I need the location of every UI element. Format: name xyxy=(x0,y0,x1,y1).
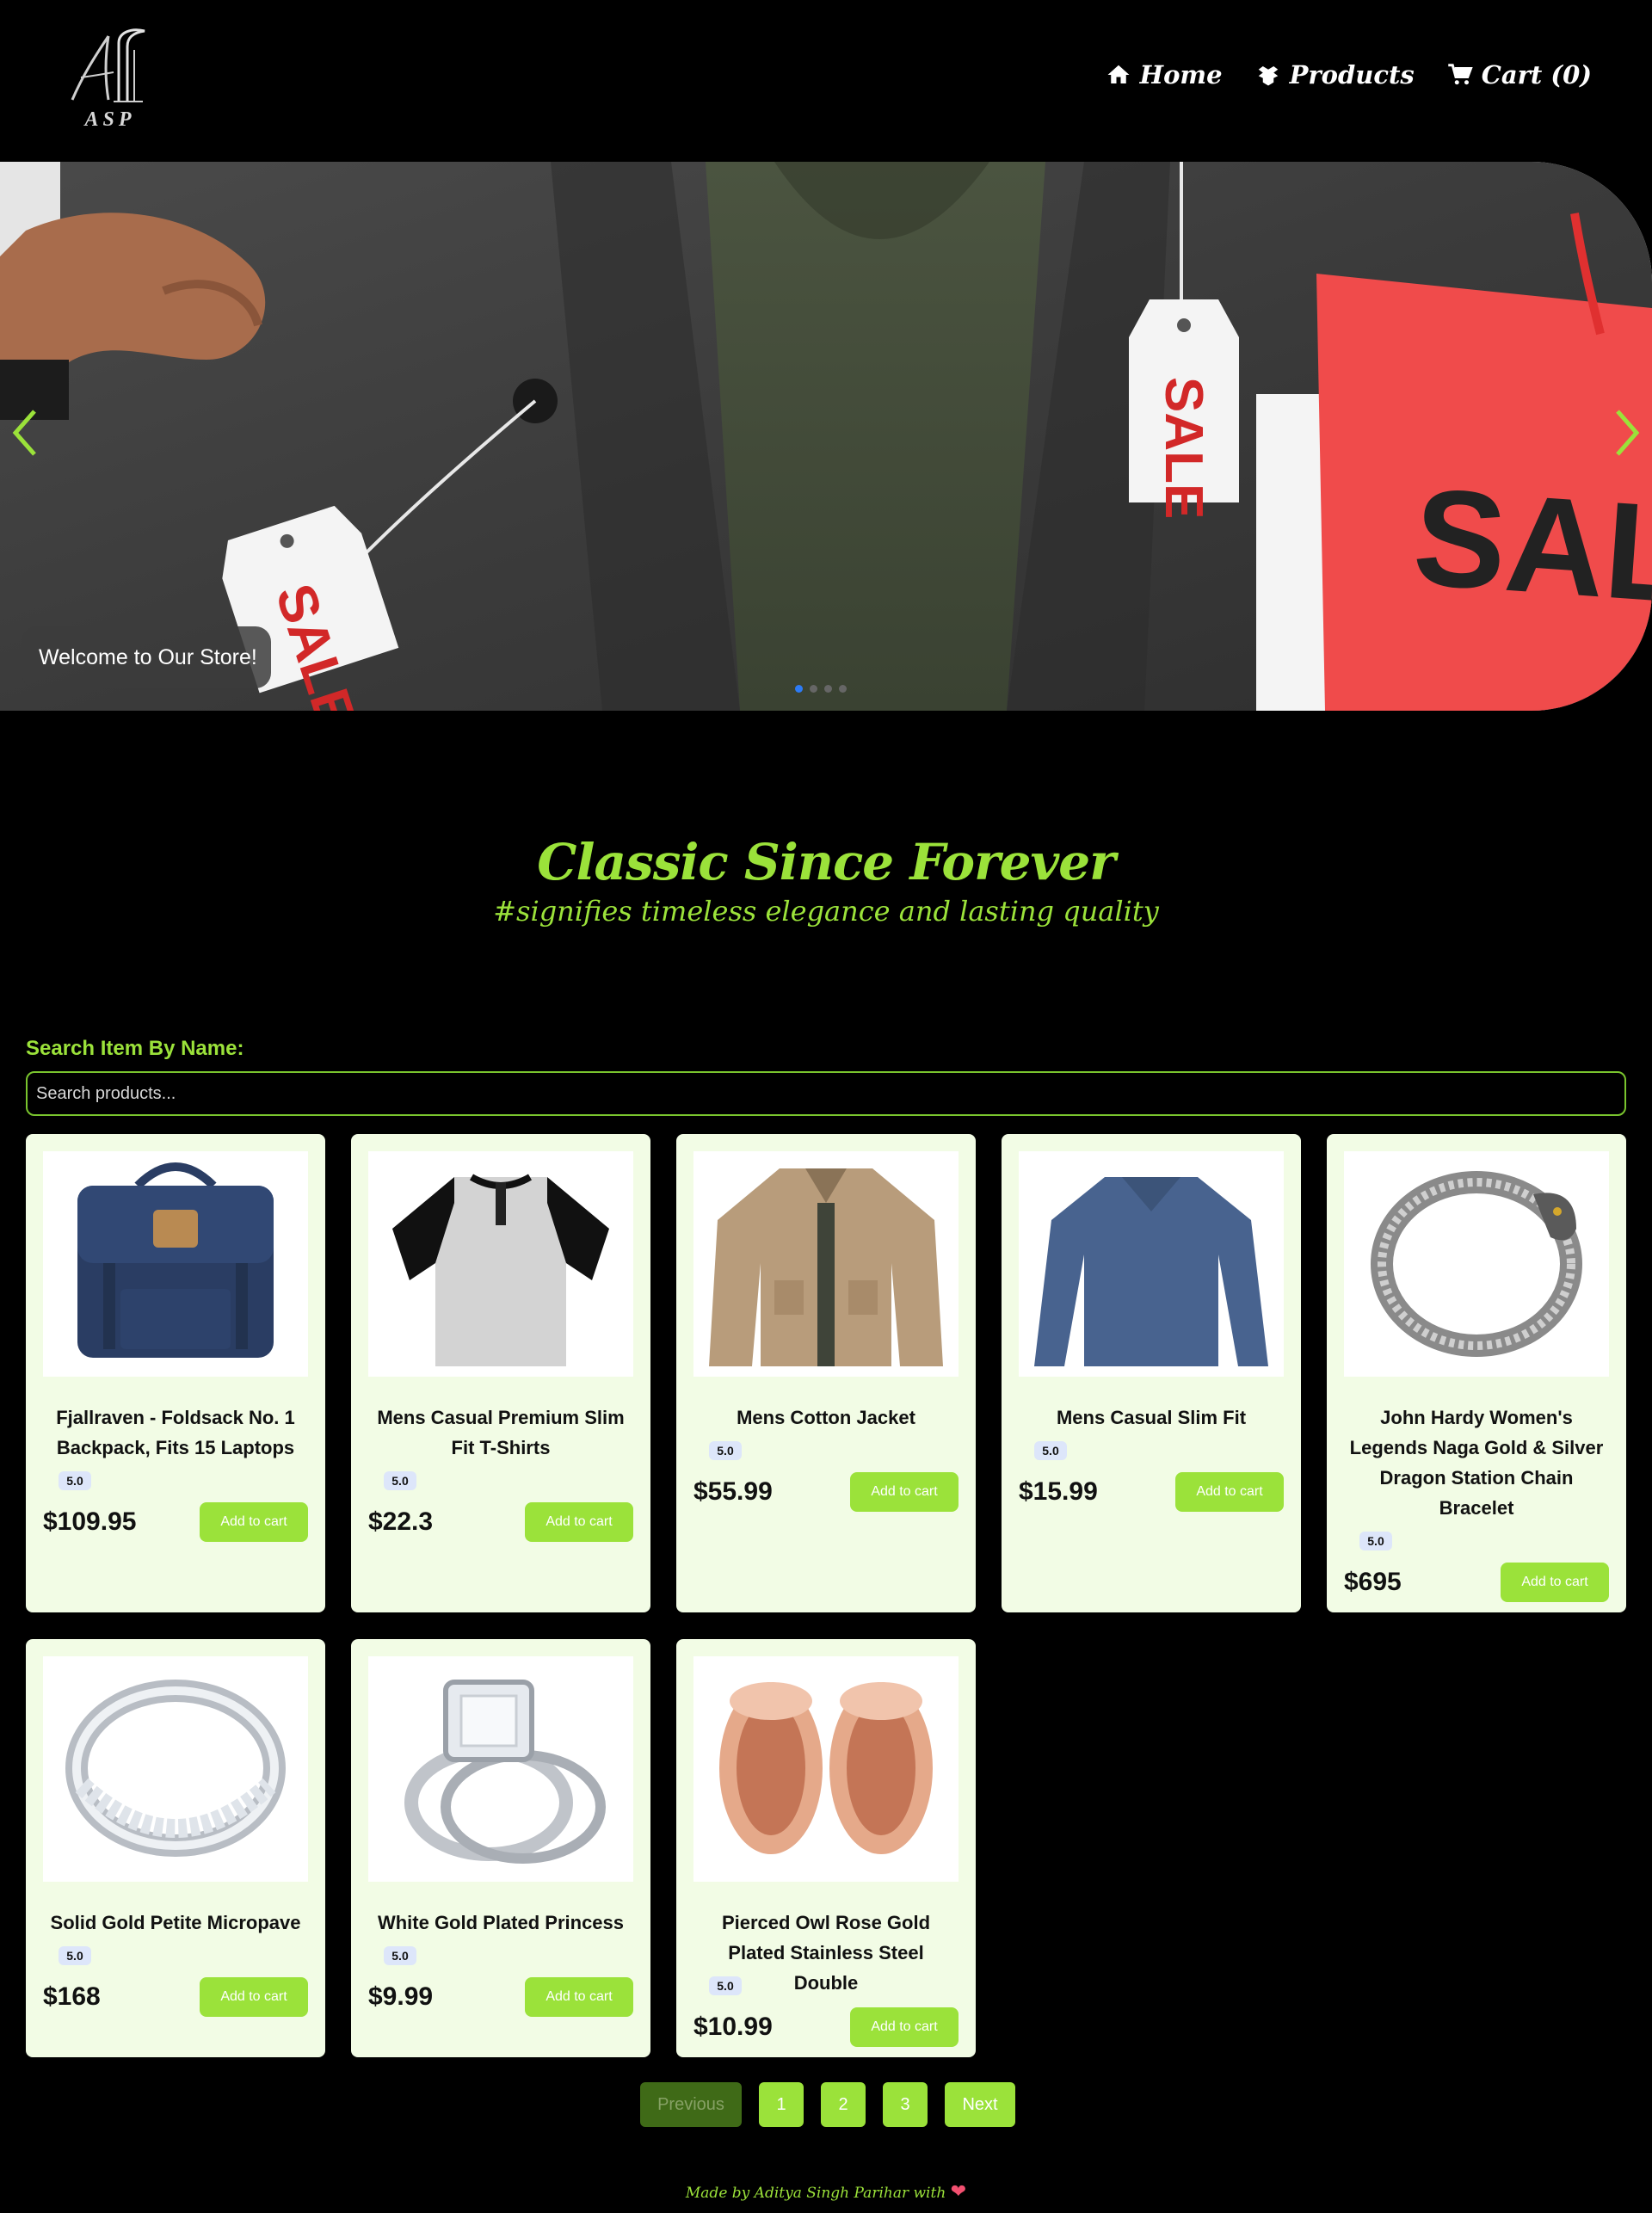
logo-text: ASP xyxy=(84,108,136,131)
product-image[interactable] xyxy=(693,1151,959,1377)
carousel-dot-3[interactable] xyxy=(824,685,832,693)
product-title: Mens Cotton Jacket xyxy=(737,1407,915,1428)
product-price: $15.99 xyxy=(1019,1477,1098,1506)
product-price: $9.99 xyxy=(368,1982,434,2011)
pagination-next-button[interactable]: Next xyxy=(945,2082,1015,2127)
brand-logo[interactable]: ASP xyxy=(65,24,155,136)
ring-image xyxy=(65,1680,286,1857)
logo-mark-icon xyxy=(71,28,145,102)
product-card[interactable]: Mens Casual Premium Slim Fit T-Shirts 5.0… xyxy=(351,1134,650,1612)
add-to-cart-button[interactable]: Add to cart xyxy=(850,1472,959,1512)
tagline-section: Classic Since Forever #signifies timeles… xyxy=(0,833,1652,928)
pagination-page-2[interactable]: 2 xyxy=(821,2082,866,2127)
product-price: $10.99 xyxy=(693,2013,773,2041)
add-to-cart-button[interactable]: Add to cart xyxy=(850,2007,959,2047)
product-card[interactable]: Mens Casual Slim Fit 5.0 $15.99 Add to cart xyxy=(1002,1134,1301,1612)
product-title: Mens Casual Premium Slim Fit T-Shirts xyxy=(377,1407,625,1458)
product-title: White Gold Plated Princess xyxy=(377,1912,625,1933)
rating-badge: 5.0 xyxy=(709,1441,742,1460)
rating-badge: 5.0 xyxy=(709,1976,742,1995)
product-title: Solid Gold Petite Micropave xyxy=(50,1912,301,1933)
footer-credit: Made by Aditya Singh Parihar with xyxy=(685,2185,946,2202)
chevron-right-icon xyxy=(1616,410,1640,456)
search-label: Search Item By Name: xyxy=(26,1037,244,1060)
product-title: Fjallraven - Foldsack No. 1 Backpack, Fi… xyxy=(56,1407,295,1458)
rating-badge: 5.0 xyxy=(1359,1532,1392,1550)
nav-cart-label: Cart (0) xyxy=(1481,60,1592,89)
pagination: Previous 1 2 3 Next xyxy=(640,2082,1015,2127)
product-card[interactable]: Solid Gold Petite Micropave 5.0 $168 Add to… xyxy=(26,1639,325,2057)
product-card[interactable]: John Hardy Women's Legends Naga Gold & S… xyxy=(1327,1134,1626,1612)
engagement-ring-image xyxy=(404,1680,606,1864)
nav-products-link[interactable]: Products xyxy=(1255,60,1415,89)
nav-home-label: Home xyxy=(1139,60,1223,89)
carousel-next-arrow[interactable] xyxy=(1609,403,1643,463)
backpack-image xyxy=(77,1162,274,1358)
nav-products-label: Products xyxy=(1289,60,1415,89)
carousel-dot-4[interactable] xyxy=(839,685,847,693)
tagline-title: Classic Since Forever xyxy=(537,833,1115,891)
product-image[interactable] xyxy=(368,1151,633,1377)
carousel-dot-1[interactable] xyxy=(795,685,803,693)
raglan-tshirt-image xyxy=(392,1174,609,1366)
home-icon xyxy=(1107,65,1130,83)
product-price: $22.3 xyxy=(368,1507,434,1536)
add-to-cart-button[interactable]: Add to cart xyxy=(1175,1472,1284,1512)
product-image[interactable] xyxy=(43,1151,308,1377)
footer: Made by Aditya Singh Parihar with ❤ xyxy=(0,2181,1652,2203)
add-to-cart-button[interactable]: Add to cart xyxy=(200,1502,308,1542)
heart-icon: ❤ xyxy=(950,2181,967,2203)
chevron-left-icon xyxy=(12,410,36,456)
product-price: $695 xyxy=(1344,1568,1402,1596)
product-card[interactable]: Fjallraven - Foldsack No. 1 Backpack, Fi… xyxy=(26,1134,325,1612)
pagination-page-3[interactable]: 3 xyxy=(883,2082,928,2127)
add-to-cart-button[interactable]: Add to cart xyxy=(525,1977,633,2017)
product-card[interactable]: White Gold Plated Princess 5.0 $9.99 Add to… xyxy=(351,1639,650,2057)
sale-tag-right-text: SALE xyxy=(1154,377,1213,519)
product-image[interactable] xyxy=(1019,1151,1284,1377)
rating-badge: 5.0 xyxy=(384,1946,416,1965)
pagination-previous-button[interactable]: Previous xyxy=(640,2082,742,2127)
product-card[interactable]: Pierced Owl Rose Gold Plated Stainless S… xyxy=(676,1639,976,2057)
product-image[interactable] xyxy=(693,1656,959,1882)
bag-sale-text: SAL xyxy=(1409,459,1652,632)
cart-icon xyxy=(1447,64,1473,85)
navbar: ASP Home Products Cart (0) xyxy=(0,0,1652,162)
product-price: $109.95 xyxy=(43,1507,137,1536)
rating-badge: 5.0 xyxy=(1034,1441,1067,1460)
carousel-dot-2[interactable] xyxy=(810,685,817,693)
hero-caption: Welcome to Our Store! xyxy=(22,626,271,688)
jacket-image xyxy=(709,1168,943,1366)
add-to-cart-button[interactable]: Add to cart xyxy=(200,1977,308,2017)
product-image[interactable] xyxy=(1344,1151,1609,1377)
tagline-subtitle: #signifies timeless elegance and lasting… xyxy=(493,895,1159,928)
search-input[interactable] xyxy=(26,1071,1626,1116)
longsleeve-image xyxy=(1034,1177,1268,1366)
carousel-prev-arrow[interactable] xyxy=(9,403,43,463)
nav-home-link[interactable]: Home xyxy=(1106,60,1223,89)
add-to-cart-button[interactable]: Add to cart xyxy=(1501,1563,1609,1602)
nav-cart-link[interactable]: Cart (0) xyxy=(1447,60,1592,89)
product-title: Mens Casual Slim Fit xyxy=(1056,1407,1247,1428)
hero-carousel: SALE SALE SAL Welcome to Our Store! xyxy=(0,162,1652,711)
rating-badge: 5.0 xyxy=(384,1471,416,1490)
product-image[interactable] xyxy=(43,1656,308,1882)
rating-badge: 5.0 xyxy=(59,1946,91,1965)
product-price: $168 xyxy=(43,1982,101,2011)
carousel-indicators xyxy=(795,685,847,693)
product-price: $55.99 xyxy=(693,1477,773,1506)
plugs-image xyxy=(719,1682,933,1854)
nav-links: Home Products Cart (0) xyxy=(1106,60,1592,89)
pagination-page-1[interactable]: 1 xyxy=(759,2082,804,2127)
add-to-cart-button[interactable]: Add to cart xyxy=(525,1502,633,1542)
product-image[interactable] xyxy=(368,1656,633,1882)
product-card[interactable]: Mens Cotton Jacket 5.0 $55.99 Add to cart xyxy=(676,1134,976,1612)
box-icon xyxy=(1258,66,1278,86)
rating-badge: 5.0 xyxy=(59,1471,91,1490)
product-title: John Hardy Women's Legends Naga Gold & S… xyxy=(1349,1407,1604,1519)
bracelet-image xyxy=(1371,1171,1582,1357)
